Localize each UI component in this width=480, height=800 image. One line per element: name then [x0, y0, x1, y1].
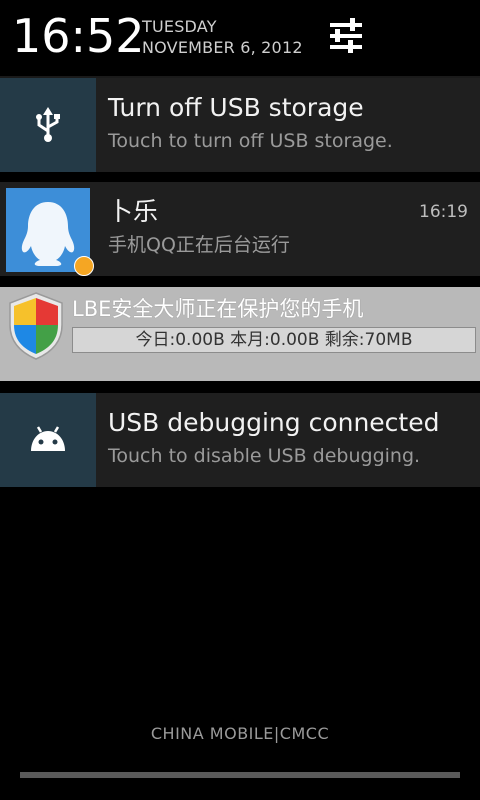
notification-subtitle: Touch to disable USB debugging. [108, 445, 421, 467]
carrier-label: CHINA MOBILE|CMCC [150, 724, 330, 743]
date-label: NOVEMBER 6, 2012 [142, 38, 303, 57]
android-icon-box [0, 393, 96, 487]
notification-lbe[interactable]: LBE安全大师正在保护您的手机 今日:0.00B 本月:0.00B 剩余:70M… [0, 287, 480, 381]
qq-icon-box [0, 182, 96, 276]
notification-title: USB debugging connected [108, 408, 440, 437]
lbe-traffic-stats: 今日:0.00B 本月:0.00B 剩余:70MB [72, 327, 476, 353]
shade-drag-handle[interactable] [20, 772, 460, 778]
notification-shade: 16:52 TUESDAY NOVEMBER 6, 2012 Turn off … [0, 0, 480, 800]
notification-title: Turn off USB storage [108, 93, 364, 122]
notification-qq[interactable]: 卜乐 手机QQ正在后台运行 16:19 [0, 182, 480, 276]
usb-icon-box [0, 78, 96, 172]
qq-status-badge [74, 256, 94, 276]
clock: 16:52 [12, 9, 145, 63]
android-icon [31, 426, 65, 451]
notification-usb-storage[interactable]: Turn off USB storage Touch to turn off U… [0, 78, 480, 172]
weekday-label: TUESDAY [142, 17, 217, 36]
notification-subtitle: 手机QQ正在后台运行 [108, 234, 290, 256]
usb-icon [36, 107, 60, 142]
notification-usb-debugging[interactable]: USB debugging connected Touch to disable… [0, 393, 480, 487]
notification-title: LBE安全大师正在保护您的手机 [72, 297, 364, 321]
date-block: TUESDAY NOVEMBER 6, 2012 [142, 16, 303, 58]
lbe-shield-icon [9, 292, 63, 360]
notification-subtitle: Touch to turn off USB storage. [108, 130, 393, 152]
notification-title: 卜乐 [108, 197, 159, 226]
status-header: 16:52 TUESDAY NOVEMBER 6, 2012 [0, 0, 480, 76]
notification-time: 16:19 [419, 202, 468, 222]
quick-settings-button[interactable] [322, 12, 370, 60]
sliders-icon [330, 18, 362, 53]
